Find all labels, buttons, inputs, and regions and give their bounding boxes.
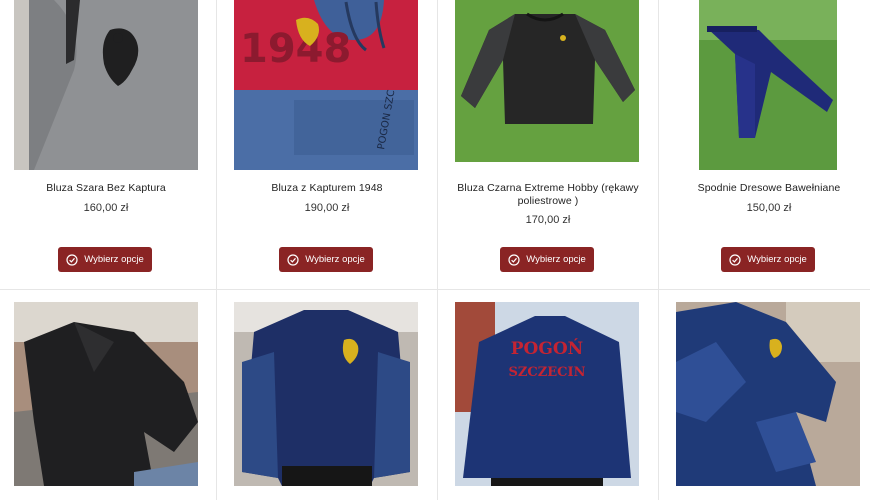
button-label: Wybierz opcje <box>84 254 144 265</box>
product-image-camo-hoodie[interactable] <box>676 302 860 486</box>
product-image-black-jacket[interactable] <box>14 302 198 486</box>
check-circle-icon <box>508 253 520 266</box>
product-price: 170,00 zł <box>525 214 571 226</box>
column-divider <box>437 0 438 500</box>
product-title[interactable]: Bluza z Kapturem 1948 <box>227 182 427 195</box>
column-divider <box>658 0 659 500</box>
choose-options-button[interactable]: Wybierz opcje <box>500 247 594 272</box>
product-price: 150,00 zł <box>746 202 792 214</box>
product-title[interactable]: Bluza Szara Bez Kaptura <box>6 182 206 195</box>
row-divider <box>0 289 870 290</box>
product-image-pogon-szczecin-sweatshirt[interactable]: POGOŃ SZCZECIN <box>455 302 639 486</box>
choose-options-button[interactable]: Wybierz opcje <box>279 247 373 272</box>
product-image-navy-sweatshirt-camo[interactable] <box>234 302 418 486</box>
sweatshirt-print-line2: SZCZECIN <box>509 365 586 380</box>
choose-options-button[interactable]: Wybierz opcje <box>721 247 815 272</box>
choose-options-button[interactable]: Wybierz opcje <box>58 247 152 272</box>
button-label: Wybierz opcje <box>305 254 365 265</box>
product-image-hoodie-1948[interactable]: 1948 POGON SZC <box>234 0 418 170</box>
column-divider <box>216 0 217 500</box>
product-grid: Bluza Szara Bez Kaptura 160,00 zł Wybier… <box>0 0 870 500</box>
product-title[interactable]: Bluza Czarna Extreme Hobby (rękawy polie… <box>448 182 648 208</box>
button-label: Wybierz opcje <box>747 254 807 265</box>
product-price: 160,00 zł <box>83 202 129 214</box>
product-image-grey-sweatshirt[interactable] <box>14 0 198 170</box>
product-price: 190,00 zł <box>304 202 350 214</box>
hoodie-print-text: 1948 <box>240 26 351 72</box>
button-label: Wybierz opcje <box>526 254 586 265</box>
product-title[interactable]: Spodnie Dresowe Bawełniane <box>669 182 869 195</box>
check-circle-icon <box>729 253 741 266</box>
product-image-black-sweatshirt[interactable] <box>455 0 639 162</box>
check-circle-icon <box>66 253 78 266</box>
product-image-track-pants[interactable] <box>699 0 837 170</box>
check-circle-icon <box>287 253 299 266</box>
sweatshirt-print-line1: POGOŃ <box>511 338 583 359</box>
